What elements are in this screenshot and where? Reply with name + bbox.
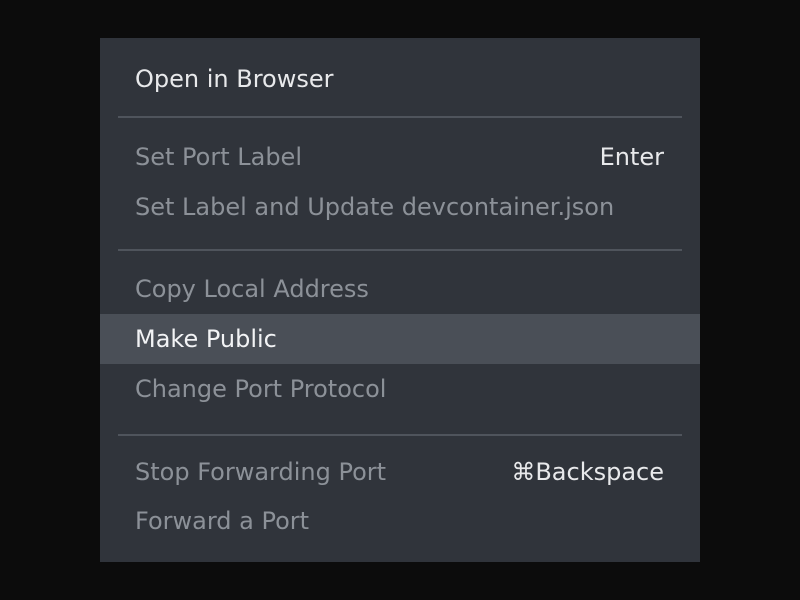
menu-item-label: Stop Forwarding Port bbox=[135, 458, 387, 486]
menu-item-label: Open in Browser bbox=[135, 65, 334, 93]
menu-item-forward-a-port[interactable]: Forward a Port bbox=[100, 496, 700, 546]
menu-separator bbox=[118, 434, 682, 436]
menu-item-stop-forwarding-port[interactable]: Stop Forwarding Port ⌘Backspace bbox=[100, 447, 700, 497]
menu-item-label: Set Port Label bbox=[135, 143, 302, 171]
menu-item-label: Copy Local Address bbox=[135, 275, 369, 303]
menu-item-set-label-update-devcontainer[interactable]: Set Label and Update devcontainer.json bbox=[100, 182, 700, 232]
menu-separator bbox=[118, 249, 682, 251]
menu-item-label: Change Port Protocol bbox=[135, 375, 387, 403]
menu-item-label: Make Public bbox=[135, 325, 277, 353]
menu-item-set-port-label[interactable]: Set Port Label Enter bbox=[100, 132, 700, 182]
menu-item-change-port-protocol[interactable]: Change Port Protocol bbox=[100, 364, 700, 414]
menu-item-shortcut: Enter bbox=[599, 143, 664, 171]
menu-item-label: Forward a Port bbox=[135, 507, 310, 535]
menu-item-shortcut: ⌘Backspace bbox=[511, 458, 664, 486]
menu-separator bbox=[118, 116, 682, 118]
menu-item-label: Set Label and Update devcontainer.json bbox=[135, 193, 615, 221]
menu-item-make-public[interactable]: Make Public bbox=[100, 314, 700, 364]
menu-item-open-in-browser[interactable]: Open in Browser bbox=[100, 54, 700, 104]
menu-item-copy-local-address[interactable]: Copy Local Address bbox=[100, 264, 700, 314]
context-menu: Open in Browser Set Port Label Enter Set… bbox=[100, 38, 700, 562]
